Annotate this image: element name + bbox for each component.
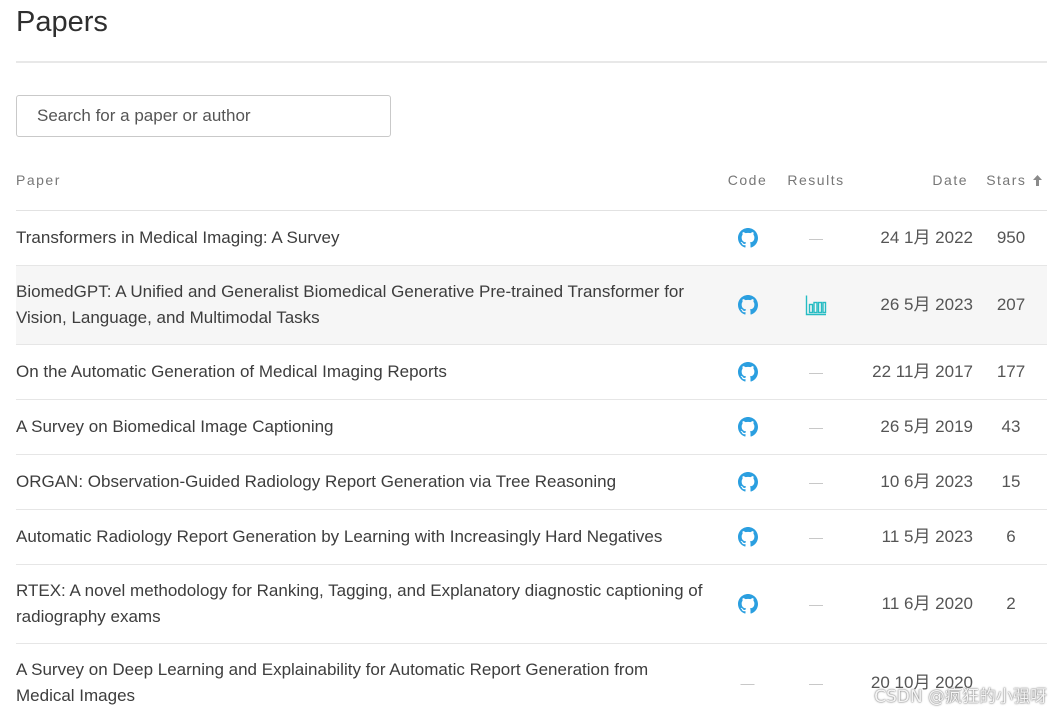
date-value: 22 11月 2017 [872,362,973,381]
sort-arrow-up-icon [1032,175,1042,186]
github-icon[interactable] [737,472,758,492]
date-value: 10 6月 2023 [880,472,973,491]
column-header-code: Code [727,172,768,188]
results-cell: — [785,591,847,617]
paper-title-link[interactable]: On the Automatic Generation of Medical I… [16,359,710,385]
stars-count: 950 [996,228,1026,247]
code-cell [710,591,785,617]
date-value: 26 5月 2023 [880,295,973,314]
page-title: Papers [16,6,108,38]
paper-title-link[interactable]: Transformers in Medical Imaging: A Surve… [16,225,710,251]
results-cell: — [785,670,847,696]
stars-count: 15 [1001,472,1021,491]
column-header-stars-label: Stars [986,172,1027,188]
results-empty-dash: — [809,596,823,612]
results-empty-dash: — [809,529,823,545]
code-cell [710,359,785,385]
paper-title-link[interactable]: A Survey on Deep Learning and Explainabi… [16,657,710,709]
table-header: Paper Code Results Date Stars [16,160,1047,211]
github-icon[interactable] [737,417,758,437]
column-header-date[interactable]: Date [847,170,975,210]
results-empty-dash: — [809,364,823,380]
results-empty-dash: — [809,675,823,691]
search-input[interactable] [16,95,391,137]
results-empty-dash: — [809,474,823,490]
stars-count: 207 [996,295,1026,314]
code-cell [710,292,785,318]
paper-title-link[interactable]: RTEX: A novel methodology for Ranking, T… [16,578,710,630]
results-cell: — [785,225,847,251]
column-header-paper: Paper [16,172,61,188]
table-row: On the Automatic Generation of Medical I… [16,345,1047,400]
table-row: RTEX: A novel methodology for Ranking, T… [16,565,1047,644]
code-cell [710,469,785,495]
paper-title-link[interactable]: Automatic Radiology Report Generation by… [16,524,710,550]
date-value: 11 5月 2023 [881,527,973,546]
stars-count: 177 [996,362,1026,381]
results-cell: — [785,469,847,495]
bar-chart-icon[interactable] [805,294,827,316]
date-value: 20 10月 2020 [870,673,973,692]
column-header-stars[interactable]: Stars [975,170,1047,210]
results-cell [785,292,847,318]
code-empty-dash: — [740,675,755,691]
column-header-results: Results [787,172,845,188]
github-icon[interactable] [737,295,758,315]
table-row: A Survey on Deep Learning and Explainabi… [16,644,1047,709]
github-icon[interactable] [737,362,758,382]
paper-title-link[interactable]: A Survey on Biomedical Image Captioning [16,414,710,440]
results-empty-dash: — [809,230,823,246]
title-divider [16,61,1047,63]
paper-title-link[interactable]: BiomedGPT: A Unified and Generalist Biom… [16,279,710,331]
table-body: Transformers in Medical Imaging: A Surve… [16,211,1047,709]
paper-title-link[interactable]: ORGAN: Observation-Guided Radiology Repo… [16,469,710,495]
code-cell [710,225,785,251]
github-icon[interactable] [737,594,758,614]
date-value: 11 6月 2020 [881,594,973,613]
code-cell [710,524,785,550]
results-empty-dash: — [809,419,823,435]
github-icon[interactable] [737,228,758,248]
code-cell: — [710,670,785,696]
table-row: BiomedGPT: A Unified and Generalist Biom… [16,266,1047,345]
table-row: Automatic Radiology Report Generation by… [16,510,1047,565]
results-cell: — [785,359,847,385]
stars-count: 2 [1006,594,1016,613]
date-value: 26 5月 2019 [880,417,973,436]
github-icon[interactable] [737,527,758,547]
stars-count: 43 [1001,417,1021,436]
table-row: A Survey on Biomedical Image Captioning —… [16,400,1047,455]
papers-page: Papers Paper Code Results Date Stars Tra… [0,0,1063,716]
results-cell: — [785,524,847,550]
date-value: 24 1月 2022 [880,228,973,247]
papers-table: Paper Code Results Date Stars Transforme… [16,160,1047,709]
results-cell: — [785,414,847,440]
table-row: ORGAN: Observation-Guided Radiology Repo… [16,455,1047,510]
stars-count: 6 [1006,527,1016,546]
table-row: Transformers in Medical Imaging: A Surve… [16,211,1047,266]
code-cell [710,414,785,440]
